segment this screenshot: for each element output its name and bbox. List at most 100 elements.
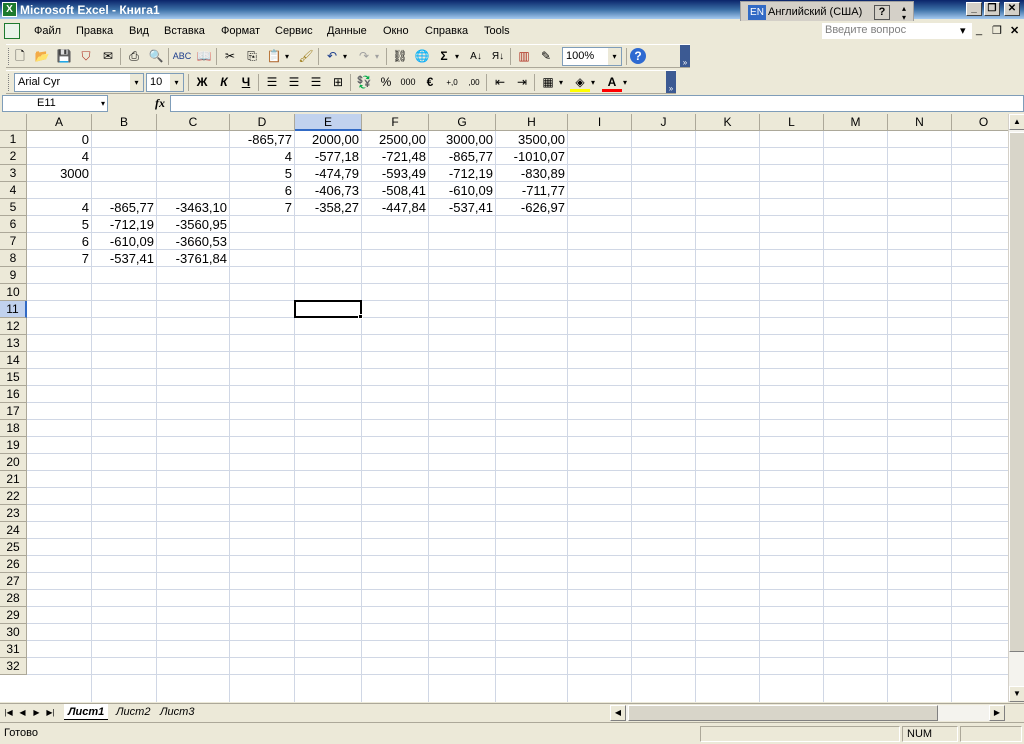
row-header-30[interactable]: 30 [0, 624, 27, 641]
chart-wizard-icon[interactable]: ▥ [514, 47, 534, 66]
row-header-20[interactable]: 20 [0, 454, 27, 471]
last-sheet-icon[interactable]: ▶| [44, 706, 57, 720]
tab-sheet2[interactable]: Лист2 [112, 704, 154, 720]
cell-a2[interactable]: 4 [27, 148, 92, 165]
scroll-up-icon[interactable]: ▲ [1009, 114, 1024, 130]
save-icon[interactable]: 💾 [54, 47, 74, 66]
toolbar-handle[interactable] [8, 74, 11, 91]
language-bar[interactable]: EN Английский (США) ? ▴ ▾ [740, 1, 914, 23]
print-icon[interactable]: ⎙ [124, 47, 144, 66]
cell-c8[interactable]: -3761,84 [157, 250, 230, 267]
borders-icon[interactable]: ▦ [538, 73, 558, 92]
underline-button[interactable]: Ч [236, 73, 256, 92]
sort-descending-icon[interactable]: Я↓ [488, 47, 508, 66]
autosum-dropdown-icon[interactable]: ▾ [452, 47, 462, 66]
menu-insert[interactable]: Вставка [164, 25, 205, 37]
column-header-j[interactable]: J [632, 114, 696, 131]
merge-center-icon[interactable]: ⊞ [328, 73, 348, 92]
prev-sheet-icon[interactable]: ◀ [16, 706, 29, 720]
row-header-14[interactable]: 14 [0, 352, 27, 369]
spreadsheet-grid[interactable]: A B C D E F G H I J K L M N O 1 2 3 4 5 6 7 8 9 10 11 12 13 14 15 16 17… [0, 114, 1008, 702]
column-header-i[interactable]: I [568, 114, 632, 131]
active-cell-selection[interactable] [294, 300, 363, 319]
row-header-1[interactable]: 1 [0, 131, 27, 148]
row-header-28[interactable]: 28 [0, 590, 27, 607]
row-header-27[interactable]: 27 [0, 573, 27, 590]
cell-d3[interactable]: 5 [230, 165, 295, 182]
cell-f5[interactable]: -447,84 [362, 199, 429, 216]
cell-h4[interactable]: -711,77 [496, 182, 568, 199]
cell-c5[interactable]: -3463,10 [157, 199, 230, 216]
font-color-dropdown-icon[interactable]: ▾ [620, 73, 630, 92]
increase-decimal-icon[interactable]: +,0 [442, 73, 462, 92]
research-icon[interactable]: 📖 [194, 47, 214, 66]
tab-sheet1[interactable]: Лист1 [64, 704, 109, 720]
row-header-3[interactable]: 3 [0, 165, 27, 182]
row-header-11[interactable]: 11 [0, 301, 27, 318]
column-header-n[interactable]: N [888, 114, 952, 131]
cell-b6[interactable]: -712,19 [92, 216, 157, 233]
currency-icon[interactable]: 💱 [354, 73, 374, 92]
row-header-32[interactable]: 32 [0, 658, 27, 675]
cell-a7[interactable]: 6 [27, 233, 92, 250]
cell-a3[interactable]: 3000 [27, 165, 92, 182]
print-preview-icon[interactable]: 🔍 [146, 47, 166, 66]
name-box[interactable]: E11 ▾ [2, 95, 108, 112]
cell-h5[interactable]: -626,97 [496, 199, 568, 216]
cell-e1[interactable]: 2000,00 [295, 131, 362, 148]
hyperlink-icon[interactable]: ⛓ [390, 47, 410, 66]
thousands-button[interactable]: 000 [398, 73, 418, 92]
column-header-k[interactable]: K [696, 114, 760, 131]
increase-indent-icon[interactable]: ⇥ [512, 73, 532, 92]
cell-d5[interactable]: 7 [230, 199, 295, 216]
cell-h1[interactable]: 3500,00 [496, 131, 568, 148]
bold-button[interactable]: Ж [192, 73, 212, 92]
menu-tools-addin[interactable]: Tools [484, 25, 510, 37]
cell-e2[interactable]: -577,18 [295, 148, 362, 165]
row-header-15[interactable]: 15 [0, 369, 27, 386]
spelling-icon[interactable]: ABC [172, 47, 192, 66]
scroll-left-icon[interactable]: ◀ [610, 705, 626, 721]
chevron-down-icon[interactable]: ▾ [608, 48, 621, 65]
row-header-23[interactable]: 23 [0, 505, 27, 522]
maximize-button[interactable]: ❐ [984, 2, 1000, 16]
undo-icon[interactable]: ↶ [322, 47, 342, 66]
decrease-decimal-icon[interactable]: ,00 [464, 73, 484, 92]
cell-g4[interactable]: -610,09 [429, 182, 496, 199]
mdi-close-button[interactable]: ✕ [1010, 24, 1019, 37]
chevron-down-icon[interactable]: ▾ [130, 74, 143, 91]
column-header-c[interactable]: C [157, 114, 230, 131]
cell-f4[interactable]: -508,41 [362, 182, 429, 199]
toolbar-options-icon[interactable]: » [666, 71, 676, 93]
row-header-13[interactable]: 13 [0, 335, 27, 352]
cell-d2[interactable]: 4 [230, 148, 295, 165]
autosum-icon[interactable]: Σ [434, 47, 454, 66]
mdi-restore-button[interactable]: ❐ [992, 24, 1002, 37]
percent-button[interactable]: % [376, 73, 396, 92]
row-header-5[interactable]: 5 [0, 199, 27, 216]
cell-a1[interactable]: 0 [27, 131, 92, 148]
undo-dropdown-icon[interactable]: ▾ [340, 47, 350, 66]
row-header-7[interactable]: 7 [0, 233, 27, 250]
workbook-icon[interactable] [4, 23, 20, 39]
row-header-24[interactable]: 24 [0, 522, 27, 539]
redo-icon[interactable]: ↷ [354, 47, 374, 66]
row-header-22[interactable]: 22 [0, 488, 27, 505]
language-name[interactable]: Английский (США) [768, 6, 862, 18]
sort-ascending-icon[interactable]: A↓ [466, 47, 486, 66]
cell-b7[interactable]: -610,09 [92, 233, 157, 250]
question-input[interactable]: Введите вопрос [822, 23, 972, 39]
formula-input[interactable] [170, 95, 1024, 112]
font-color-button[interactable]: A [602, 73, 622, 92]
drawing-icon[interactable]: ✎ [536, 47, 556, 66]
decrease-indent-icon[interactable]: ⇤ [490, 73, 510, 92]
borders-dropdown-icon[interactable]: ▾ [556, 73, 566, 92]
tab-sheet3[interactable]: Лист3 [156, 704, 198, 720]
align-center-icon[interactable]: ☰ [284, 73, 304, 92]
next-sheet-icon[interactable]: ▶ [30, 706, 43, 720]
fill-color-icon[interactable]: ◈ [570, 73, 590, 92]
row-header-10[interactable]: 10 [0, 284, 27, 301]
select-all-corner[interactable] [0, 114, 27, 131]
chevron-down-icon[interactable]: ▾ [101, 96, 105, 111]
row-header-31[interactable]: 31 [0, 641, 27, 658]
